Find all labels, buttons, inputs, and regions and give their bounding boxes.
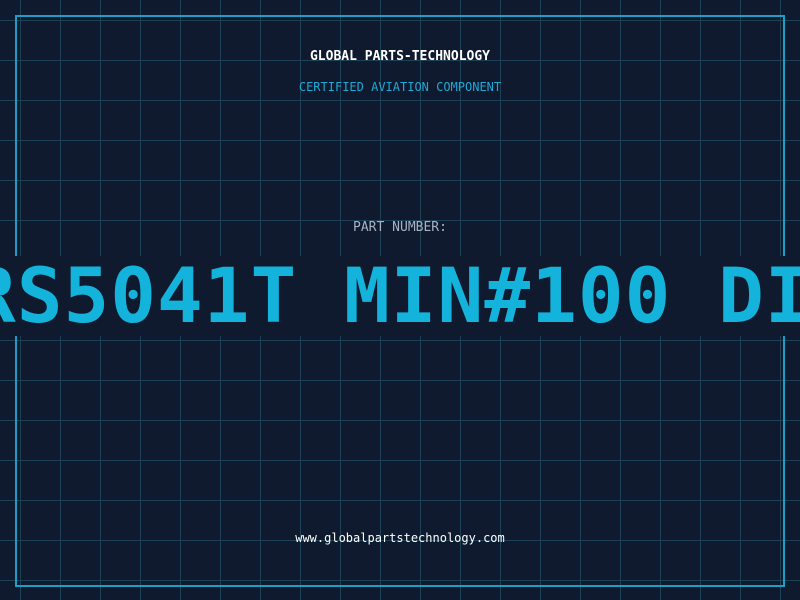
- website-url: www.globalpartstechnology.com: [295, 531, 505, 545]
- part-number-label: PART NUMBER:: [353, 220, 447, 235]
- company-tagline: CERTIFIED AVIATION COMPONENT: [298, 80, 502, 94]
- company-name: GLOBAL PARTS-TECHNOLOGY: [309, 49, 490, 64]
- part-number-band: RS5041T MIN#100 DIC: [0, 256, 800, 336]
- part-number-value: RS5041T MIN#100 DIC: [0, 256, 800, 336]
